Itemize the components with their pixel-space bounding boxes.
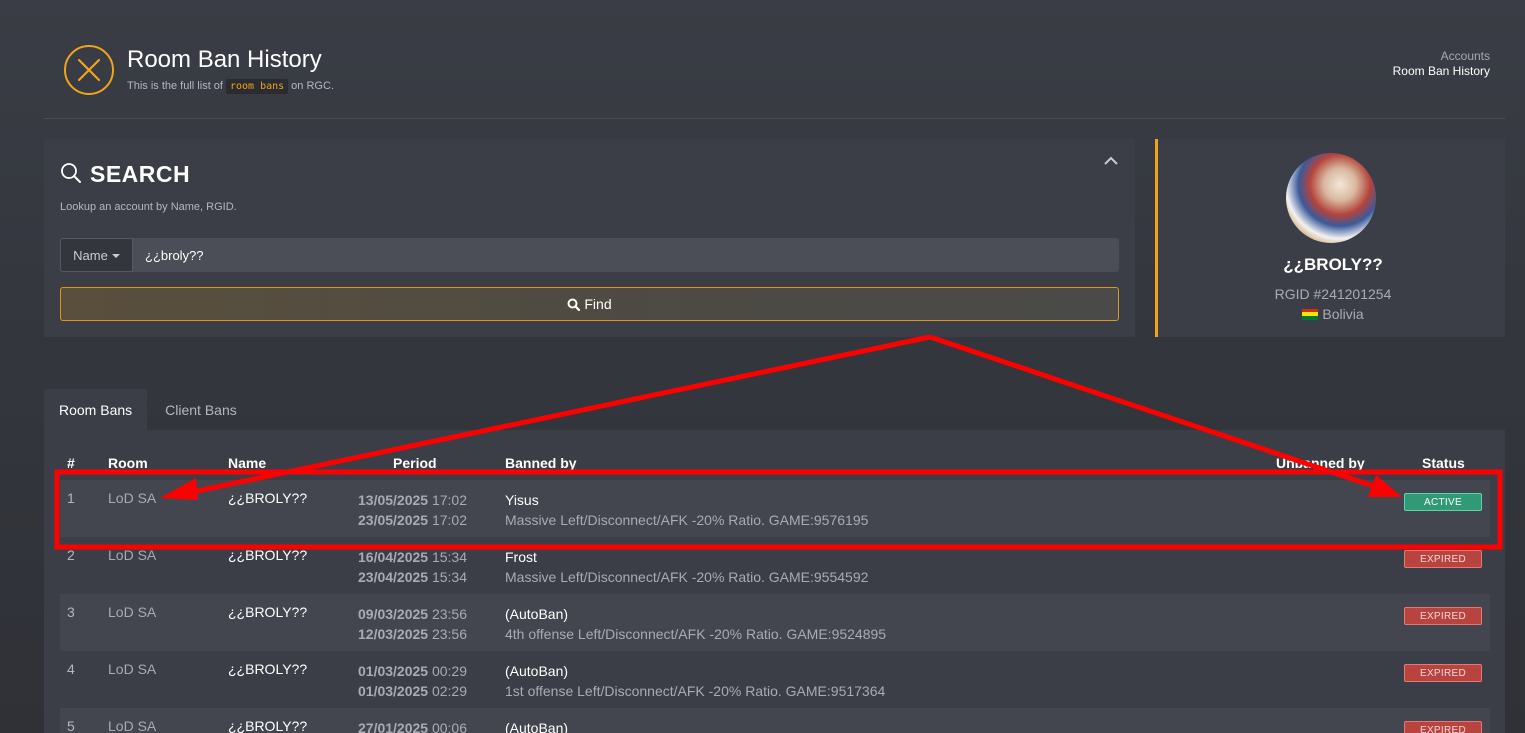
status-badge: ACTIVE bbox=[1404, 493, 1482, 511]
caret-down-icon bbox=[111, 254, 120, 258]
search-icon bbox=[60, 162, 82, 184]
table-header: # Room Name Period Banned by Unbanned by… bbox=[60, 455, 1490, 475]
table-row[interactable]: 1 LoD SA ¿¿BROLY?? 13/05/2025 17:02 23/05… bbox=[60, 480, 1490, 537]
col-unbanned-by: Unbanned by bbox=[1276, 455, 1365, 471]
avatar bbox=[1286, 153, 1376, 243]
table-row[interactable]: 5 LoD SA ¿¿BROLY?? 27/01/2025 00:06 (Aut… bbox=[60, 708, 1490, 733]
table-row[interactable]: 4 LoD SA ¿¿BROLY?? 01/03/2025 00:29 01/03… bbox=[60, 651, 1490, 708]
search-field-dropdown[interactable]: Name bbox=[60, 238, 133, 272]
room-bans-table: # Room Name Period Banned by Unbanned by… bbox=[44, 430, 1505, 733]
col-num: # bbox=[67, 455, 75, 471]
search-hint: Lookup an account by Name, RGID. bbox=[60, 201, 237, 213]
close-circle-icon bbox=[64, 45, 114, 95]
page-subtitle: This is the full list of room bans on RGC. bbox=[127, 79, 334, 94]
tab-client-bans[interactable]: Client Bans bbox=[147, 389, 252, 430]
tab-room-bans[interactable]: Room Bans bbox=[44, 389, 148, 430]
status-badge: EXPIRED bbox=[1404, 721, 1482, 733]
profile-rgid: RGID #241201254 bbox=[1274, 286, 1392, 302]
profile-name: ¿¿BROLY?? bbox=[1283, 255, 1383, 274]
breadcrumb-current: Room Ban History bbox=[1392, 64, 1490, 78]
breadcrumb: Accounts Room Ban History bbox=[1393, 49, 1490, 79]
col-banned-by: Banned by bbox=[505, 455, 577, 471]
col-period: Period bbox=[393, 455, 437, 471]
page-header: Room Ban History This is the full list o… bbox=[44, 0, 1505, 119]
search-input[interactable] bbox=[133, 238, 1119, 272]
table-row[interactable]: 2 LoD SA ¿¿BROLY?? 16/04/2025 15:34 23/04… bbox=[60, 537, 1490, 594]
search-panel: SEARCH Lookup an account by Name, RGID. … bbox=[44, 139, 1135, 337]
status-badge: EXPIRED bbox=[1404, 550, 1482, 568]
subtitle-code: room bans bbox=[225, 79, 289, 94]
search-icon bbox=[567, 298, 581, 311]
page-title: Room Ban History bbox=[127, 46, 322, 73]
bolivia-flag-icon bbox=[1302, 308, 1319, 320]
col-status: Status bbox=[1422, 455, 1465, 471]
ban-tabs: Room Bans Client Bans bbox=[44, 389, 252, 430]
status-badge: EXPIRED bbox=[1404, 607, 1482, 625]
profile-country: Bolivia bbox=[1158, 306, 1508, 322]
search-title: SEARCH bbox=[60, 161, 190, 188]
status-badge: EXPIRED bbox=[1404, 664, 1482, 682]
col-name: Name bbox=[228, 455, 267, 471]
profile-card: ¿¿BROLY?? RGID #241201254 Bolivia bbox=[1155, 139, 1505, 337]
chevron-up-icon[interactable] bbox=[1103, 153, 1119, 169]
find-button[interactable]: Find bbox=[60, 287, 1119, 321]
breadcrumb-accounts[interactable]: Accounts bbox=[1393, 49, 1490, 64]
col-room: Room bbox=[108, 455, 148, 471]
table-row[interactable]: 3 LoD SA ¿¿BROLY?? 09/03/2025 23:56 12/03… bbox=[60, 594, 1490, 651]
